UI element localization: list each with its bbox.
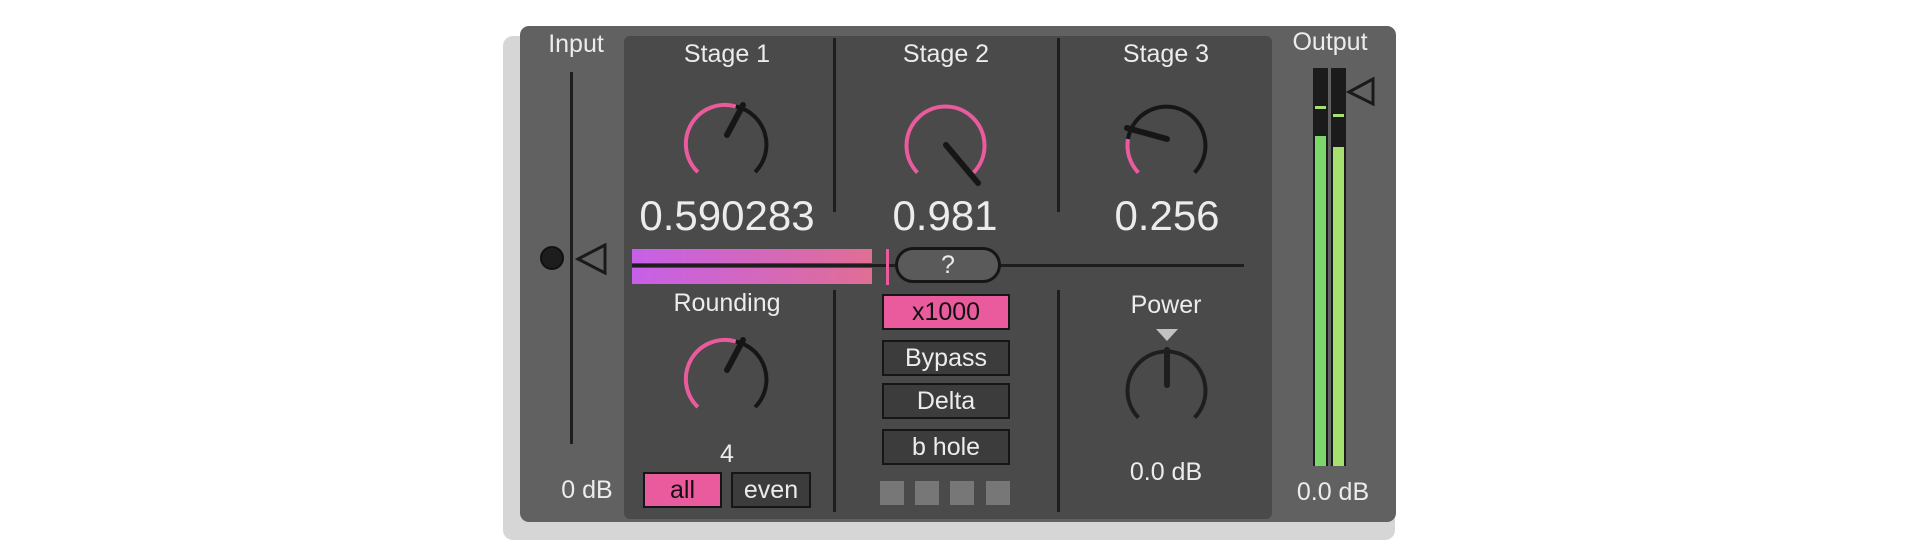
stage2-knob[interactable] — [889, 88, 1003, 198]
input-marker-icon — [575, 243, 607, 275]
power-label: Power — [1130, 291, 1202, 319]
output-meter-right-level — [1333, 147, 1344, 466]
stage1-label: Stage 1 — [683, 40, 771, 68]
input-label: Input — [548, 30, 604, 58]
rounding-label: Rounding — [673, 289, 781, 317]
indicator-square-1[interactable] — [880, 481, 904, 505]
stage2-label: Stage 2 — [902, 40, 990, 68]
input-fader-handle[interactable] — [540, 246, 564, 270]
indicator-square-2[interactable] — [915, 481, 939, 505]
output-meter-left-level — [1315, 136, 1326, 466]
bhole-button[interactable]: b hole — [882, 429, 1010, 465]
power-value: 0.0 dB — [1129, 458, 1203, 486]
input-level-readout: 0 dB — [561, 476, 613, 504]
input-fader-track[interactable] — [570, 72, 573, 444]
divider-stage1-2-bottom — [833, 290, 836, 512]
slider-position-marker — [886, 249, 889, 285]
bypass-button[interactable]: Bypass — [882, 340, 1010, 376]
slider-fill-bottom[interactable] — [632, 268, 872, 284]
stage3-label: Stage 3 — [1122, 40, 1210, 68]
stage3-knob[interactable] — [1110, 88, 1224, 198]
delta-button[interactable]: Delta — [882, 383, 1010, 419]
rounding-value: 4 — [720, 440, 734, 468]
indicator-square-4[interactable] — [986, 481, 1010, 505]
output-level-readout: 0.0 dB — [1296, 478, 1370, 506]
output-label: Output — [1292, 28, 1368, 56]
divider-stage2-3-bottom — [1057, 290, 1060, 512]
slider-fill-top[interactable] — [632, 249, 872, 263]
stage2-value: 0.981 — [892, 192, 998, 239]
divider-stage2-3-top — [1057, 38, 1060, 212]
output-marker-icon[interactable] — [1346, 77, 1376, 107]
rounding-knob[interactable] — [670, 323, 784, 433]
stage3-value: 0.256 — [1114, 192, 1220, 239]
indicator-square-3[interactable] — [950, 481, 974, 505]
divider-stage1-2-top — [833, 38, 836, 212]
help-button[interactable]: ? — [895, 247, 1001, 283]
multiplier-button[interactable]: x1000 — [882, 294, 1010, 330]
rounding-mode-even-button[interactable]: even — [731, 472, 811, 508]
rounding-mode-all-button[interactable]: all — [643, 472, 722, 508]
stage1-value: 0.590283 — [639, 192, 815, 239]
power-knob[interactable] — [1110, 333, 1224, 443]
output-meter-left-peak — [1315, 106, 1326, 109]
output-meter-right-peak — [1333, 114, 1344, 117]
stage1-knob[interactable] — [670, 88, 784, 198]
